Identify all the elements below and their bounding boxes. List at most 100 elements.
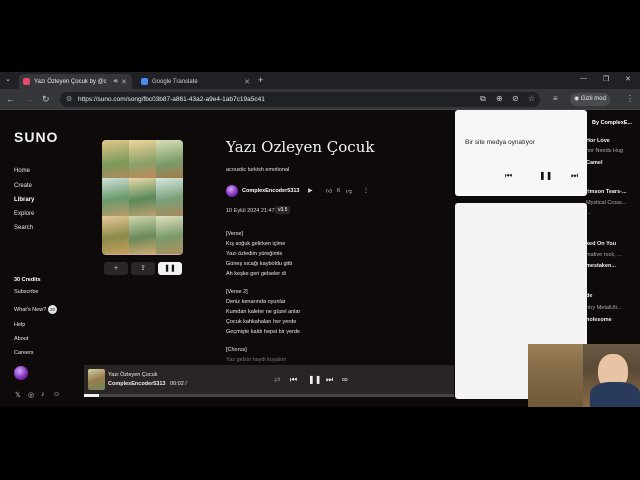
creator-name[interactable]: ComplexEncoder5313 [242,188,299,194]
new-tab-icon[interactable]: + [258,75,263,85]
next-icon[interactable]: ⏭︎ [326,375,333,385]
tracking-icon[interactable]: ⊘ [512,94,519,103]
list-item[interactable]: Mystical Cross... [586,200,626,206]
maximize-icon[interactable]: ❐ [603,75,609,83]
media-next-icon[interactable]: ⏭︎ [571,171,578,181]
list-item[interactable]: Hor Love [586,138,610,144]
close-tab-icon[interactable]: ✕ [244,78,250,86]
creator-avatar[interactable] [226,185,238,197]
list-item[interactable]: mestaken... [586,263,616,269]
list-item[interactable]: hor Needs Hug [586,148,623,154]
bookmark-star-icon[interactable]: ☆ [528,94,535,103]
incognito-label: Gizli mod [580,96,606,102]
sidebar-item-explore[interactable]: Explore [14,211,34,217]
lyric-line: Yaz gelsin haydi koşalım [226,357,287,363]
translate-favicon-icon [141,78,148,85]
like-count: 6 [337,188,341,194]
discord-icon[interactable]: ☺ [53,391,60,398]
list-item[interactable]: ked On You [586,241,616,247]
sidebar-item-home[interactable]: Home [14,168,30,174]
player-song-title[interactable]: Yazı Özleyen Çocuk [108,372,157,378]
more-options-icon[interactable]: ⋮ [363,187,369,194]
bottom-player: Yazı Özleyen Çocuk ComplexEncoder5313 00… [84,365,454,397]
menu-icon[interactable]: ⋮ [626,94,634,103]
forward-icon[interactable]: → [24,94,33,104]
webcam-overlay [528,344,640,407]
lyric-line: Kumdan kaleler ne güzel anlar [226,309,301,315]
tab-title: Yazı Özleyen Çocuk by @c [34,78,107,85]
x-twitter-icon[interactable]: 𝕏 [15,391,21,399]
minimize-icon[interactable]: — [580,75,587,82]
add-to-playlist-button[interactable]: + [104,262,128,275]
progress-bar[interactable] [84,394,454,397]
instagram-icon[interactable]: ◎ [28,391,34,399]
repeat-icon[interactable]: ∞ [342,375,348,384]
tiktok-icon[interactable]: ♪ [41,391,45,398]
lyric-line: Kış soğuk gelirken içime [226,241,286,247]
about-link[interactable]: About [14,336,28,342]
shuffle-icon[interactable]: ⇄ [274,375,281,384]
back-icon[interactable]: ← [6,94,15,104]
plus-icon: + [113,265,119,272]
url-field[interactable]: ⚙ https://suno.com/song/fbc03b87-a861-43… [60,92,540,107]
careers-link[interactable]: Careers [14,350,34,356]
media-previous-icon[interactable]: ⏮︎ [505,171,512,181]
pause-icon: ❚❚ [164,265,176,272]
lyric-line: Deniz kenarında oyunlar [226,299,286,305]
sidebar-item-create[interactable]: Create [14,183,32,189]
tab-search-icon[interactable]: ⌄ [5,75,11,83]
url-text: https://suno.com/song/fbc03b87-a861-43a2… [78,96,265,103]
reload-icon[interactable]: ↻ [42,94,50,105]
address-bar: ← → ↻ ⚙ https://suno.com/song/fbc03b87-a… [0,89,640,110]
song-tags[interactable]: acoustic turkish emotional [226,167,289,173]
lyric-line: Geçmişte kaldı hepsi bir yerde [226,329,300,335]
user-avatar[interactable] [14,366,28,380]
incognito-badge[interactable]: ◉ Gizli mod [570,93,610,106]
media-popup-text: Bir site medya oynatıyor [465,139,535,146]
media-pause-icon[interactable]: ❚❚ [539,171,552,180]
play-icon[interactable]: ▶ [308,187,313,194]
media-control-icon[interactable]: ≡ [553,94,558,103]
list-item[interactable]: ntry MetalUti... [586,305,621,311]
dislike-icon[interactable]: 👎︎ [346,187,352,195]
lyric-line: Güneş sıcağı kayboldu gitti [226,261,293,267]
lyric-line: [Verse 2] [226,289,248,295]
list-item[interactable]: rimson Tears-... [586,189,627,195]
tab-suno[interactable]: Yazı Özleyen Çocuk by @c 🔊︎ ✕ [19,74,132,89]
player-pause-icon[interactable]: ❚❚ [308,375,321,384]
site-info-icon[interactable]: ⚙ [66,92,72,107]
player-time: 00:02 / [170,381,187,387]
pause-button[interactable]: ❚❚ [158,262,182,275]
creation-date: 10 Eylül 2024 21:47 [226,208,275,214]
close-tab-icon[interactable]: ✕ [121,78,127,86]
tab-google-translate[interactable]: Google Translate ✕ [137,74,255,89]
share-button[interactable]: ⇪ [131,262,155,275]
media-control-popup: Bir site medya oynatıyor ⏮︎ ❚❚ ⏭︎ [455,110,587,196]
like-icon[interactable]: 👍︎ [326,187,332,195]
suno-logo[interactable]: SUNO [14,129,58,145]
credits-count: 30 Credits [14,277,41,283]
previous-icon[interactable]: ⏮︎ [290,375,297,385]
tab-title: Google Translate [152,78,198,85]
lyric-line: Çocuk kahkahaları her yerde [226,319,297,325]
list-item[interactable]: holesome [586,317,612,323]
progress-fill [84,394,99,397]
lyric-line: [Verse] [226,231,244,237]
audio-icon[interactable]: 🔊︎ [114,78,118,86]
player-artist[interactable]: ComplexEncoder5313 [108,381,165,387]
sidebar-item-search[interactable]: Search [14,225,33,231]
player-thumbnail[interactable] [88,369,105,390]
zoom-icon[interactable]: ⊕ [496,94,503,103]
subscribe-link[interactable]: Subscribe [14,289,38,295]
song-cover-art [102,140,183,255]
sidebar-item-library[interactable]: Library [14,197,34,203]
list-item[interactable]: mative rock, ... [586,252,622,258]
help-link[interactable]: Help [14,322,25,328]
incognito-icon: ◉ [574,96,581,102]
close-window-icon[interactable]: ✕ [625,75,631,83]
lyric-line: Ah keşke geri gelseler di [226,271,286,277]
lyric-line: Yazı özledim yüreğimle [226,251,283,257]
translate-icon[interactable]: ⧉ [480,94,486,104]
list-item[interactable]: Camel [586,160,603,166]
whats-new-link[interactable]: What's New? [14,307,46,313]
